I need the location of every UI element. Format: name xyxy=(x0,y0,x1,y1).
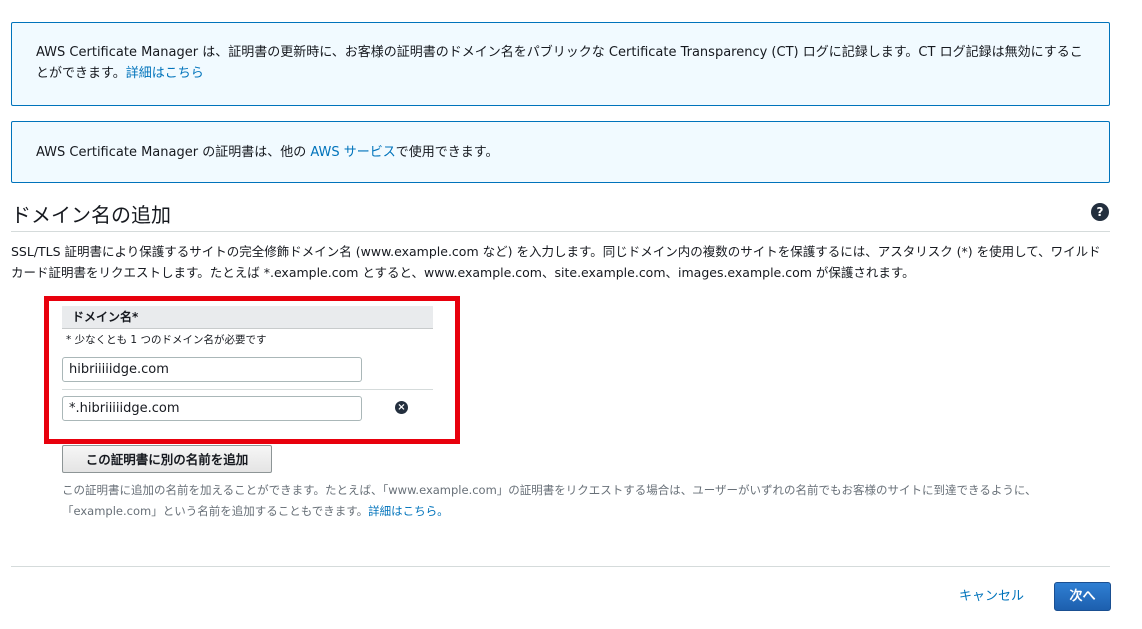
aws-services-link[interactable]: AWS サービス xyxy=(310,145,395,160)
row-divider xyxy=(62,389,433,390)
section-title: ドメイン名の追加 xyxy=(11,203,171,227)
add-name-hint: この証明書に追加の名前を加えることができます。たとえば、「www.example… xyxy=(62,480,1082,522)
ct-learn-more-link[interactable]: 詳細はこちら xyxy=(126,66,204,81)
section-divider xyxy=(11,231,1110,232)
ct-logging-info-box: AWS Certificate Manager は、証明書の更新時に、お客様の証… xyxy=(11,22,1110,106)
question-circle-icon[interactable]: ? xyxy=(1091,203,1109,221)
required-note: * 少なくとも 1 つのドメイン名が必要です xyxy=(66,334,267,346)
add-another-name-button[interactable]: この証明書に別の名前を追加 xyxy=(62,445,272,473)
remove-circle-icon[interactable]: × xyxy=(395,401,408,414)
footer-divider xyxy=(11,566,1110,567)
domain-name-input-2[interactable] xyxy=(62,396,362,421)
section-description: SSL/TLS 証明書により保護するサイトの完全修飾ドメイン名 (www.exa… xyxy=(11,244,1101,280)
add-name-hint-text: この証明書に追加の名前を加えることができます。たとえば、「www.example… xyxy=(62,483,1037,518)
aws-services-info-suffix: で使用できます。 xyxy=(395,145,499,160)
domain-name-column-header: ドメイン名* xyxy=(62,306,433,329)
hint-learn-more-link[interactable]: 詳細はこちら。 xyxy=(368,504,449,518)
cancel-button[interactable]: キャンセル xyxy=(959,585,1024,604)
aws-services-info-box: AWS Certificate Manager の証明書は、他の AWS サービ… xyxy=(11,121,1110,183)
next-button[interactable]: 次へ xyxy=(1054,582,1111,611)
domain-name-input-1[interactable] xyxy=(62,357,362,382)
aws-services-info-prefix: AWS Certificate Manager の証明書は、他の xyxy=(36,145,311,160)
